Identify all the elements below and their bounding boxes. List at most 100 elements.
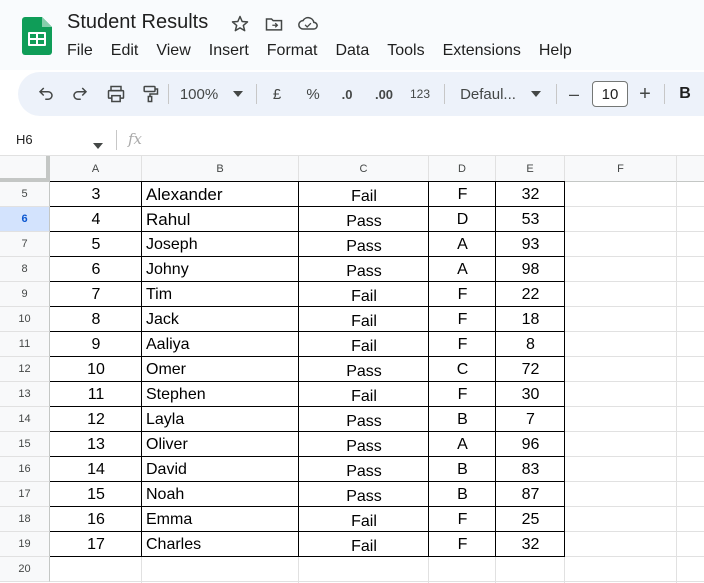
cell-name[interactable]	[142, 557, 299, 582]
cell-result[interactable]: Fail	[299, 532, 429, 557]
cell-id[interactable]: 10	[50, 357, 142, 382]
sheets-logo-icon[interactable]	[22, 17, 52, 55]
cell-id[interactable]: 3	[50, 182, 142, 207]
row-header-16[interactable]: 16	[0, 457, 50, 482]
increase-decimal-button[interactable]: .00	[370, 72, 398, 116]
zoom-dropdown-icon[interactable]	[230, 72, 246, 116]
cell-grade[interactable]: F	[429, 532, 496, 557]
cell-id[interactable]	[50, 557, 142, 582]
cell-score[interactable]: 53	[496, 207, 565, 232]
row-header-17[interactable]: 17	[0, 482, 50, 507]
cell-name[interactable]: Emma	[142, 507, 299, 532]
menu-data[interactable]: Data	[335, 41, 369, 61]
cell-score[interactable]: 18	[496, 307, 565, 332]
row-header-5[interactable]: 5	[0, 182, 50, 207]
cell-grade[interactable]: B	[429, 407, 496, 432]
menu-insert[interactable]: Insert	[209, 41, 249, 61]
cell-score[interactable]: 96	[496, 432, 565, 457]
decrease-decimal-button[interactable]: .0	[334, 72, 360, 116]
cell-id[interactable]: 15	[50, 482, 142, 507]
cell-result[interactable]: Pass	[299, 482, 429, 507]
cell-score[interactable]: 32	[496, 182, 565, 207]
font-select[interactable]: Defaul...	[456, 72, 520, 116]
name-box-dropdown-icon[interactable]	[93, 136, 103, 154]
menu-help[interactable]: Help	[539, 41, 572, 61]
font-dropdown-icon[interactable]	[528, 72, 544, 116]
cell-grade[interactable]	[429, 557, 496, 582]
spreadsheet-grid[interactable]: A B C D E F 5 3 Alexander Fail F 32 6 4 Rahul Pass D 53 7 5…	[0, 156, 704, 583]
cell-result[interactable]: Fail	[299, 182, 429, 207]
menu-tools[interactable]: Tools	[387, 41, 424, 61]
menu-extensions[interactable]: Extensions	[443, 41, 521, 61]
cell-id[interactable]: 6	[50, 257, 142, 282]
cell-id[interactable]: 5	[50, 232, 142, 257]
paint-format-icon[interactable]	[138, 72, 162, 116]
cell-score[interactable]: 83	[496, 457, 565, 482]
name-box[interactable]: H6	[16, 132, 33, 147]
cell-score[interactable]: 87	[496, 482, 565, 507]
cell-id[interactable]: 13	[50, 432, 142, 457]
cell-id[interactable]: 8	[50, 307, 142, 332]
cell-name[interactable]: Alexander	[142, 182, 299, 207]
undo-icon[interactable]	[34, 72, 58, 116]
cell-score[interactable]: 30	[496, 382, 565, 407]
cell-grade[interactable]: A	[429, 257, 496, 282]
menu-file[interactable]: File	[67, 41, 93, 61]
column-header-overflow[interactable]	[677, 156, 704, 182]
percent-format-button[interactable]: %	[302, 72, 324, 116]
print-icon[interactable]	[104, 72, 128, 116]
cell-name[interactable]: Noah	[142, 482, 299, 507]
cell-id[interactable]: 14	[50, 457, 142, 482]
currency-format-button[interactable]: £	[266, 72, 288, 116]
cell-id[interactable]: 7	[50, 282, 142, 307]
cell-grade[interactable]: C	[429, 357, 496, 382]
cell-result[interactable]: Fail	[299, 307, 429, 332]
row-header-8[interactable]: 8	[0, 257, 50, 282]
cell-name[interactable]: Stephen	[142, 382, 299, 407]
cell-grade[interactable]: B	[429, 457, 496, 482]
cell-grade[interactable]: F	[429, 282, 496, 307]
cell-name[interactable]: Tim	[142, 282, 299, 307]
cell-result[interactable]: Pass	[299, 457, 429, 482]
document-title[interactable]: Student Results	[67, 11, 208, 34]
cell-id[interactable]: 11	[50, 382, 142, 407]
redo-icon[interactable]	[68, 72, 92, 116]
cell-grade[interactable]: F	[429, 332, 496, 357]
cell-grade[interactable]: F	[429, 307, 496, 332]
menu-format[interactable]: Format	[267, 41, 318, 61]
cell-result[interactable]: Pass	[299, 357, 429, 382]
cell-id[interactable]: 4	[50, 207, 142, 232]
row-header-18[interactable]: 18	[0, 507, 50, 532]
cell-id[interactable]: 17	[50, 532, 142, 557]
row-header-11[interactable]: 11	[0, 332, 50, 357]
cell-score[interactable]: 22	[496, 282, 565, 307]
cell-result[interactable]: Pass	[299, 232, 429, 257]
cell-name[interactable]: Omer	[142, 357, 299, 382]
star-icon[interactable]	[229, 13, 251, 35]
cell-grade[interactable]: F	[429, 182, 496, 207]
cell-name[interactable]: David	[142, 457, 299, 482]
menu-view[interactable]: View	[156, 41, 190, 61]
cell-result[interactable]: Fail	[299, 507, 429, 532]
bold-button[interactable]: B	[674, 72, 696, 116]
row-header-6[interactable]: 6	[0, 207, 50, 232]
cloud-status-icon[interactable]	[297, 13, 319, 35]
column-header-a[interactable]: A	[50, 156, 142, 182]
row-header-13[interactable]: 13	[0, 382, 50, 407]
column-header-c[interactable]: C	[299, 156, 429, 182]
cell-score[interactable]: 93	[496, 232, 565, 257]
cell-result[interactable]	[299, 557, 429, 582]
number-format-button[interactable]: 123	[406, 72, 434, 116]
cell-score[interactable]: 7	[496, 407, 565, 432]
zoom-select[interactable]: 100%	[176, 72, 222, 116]
row-header-14[interactable]: 14	[0, 407, 50, 432]
cell-name[interactable]: Aaliya	[142, 332, 299, 357]
cell-grade[interactable]: A	[429, 232, 496, 257]
column-header-d[interactable]: D	[429, 156, 496, 182]
cell-grade[interactable]: D	[429, 207, 496, 232]
cell-name[interactable]: Joseph	[142, 232, 299, 257]
row-header-15[interactable]: 15	[0, 432, 50, 457]
select-all-corner[interactable]	[0, 156, 50, 182]
cell-result[interactable]: Pass	[299, 407, 429, 432]
cell-grade[interactable]: F	[429, 507, 496, 532]
